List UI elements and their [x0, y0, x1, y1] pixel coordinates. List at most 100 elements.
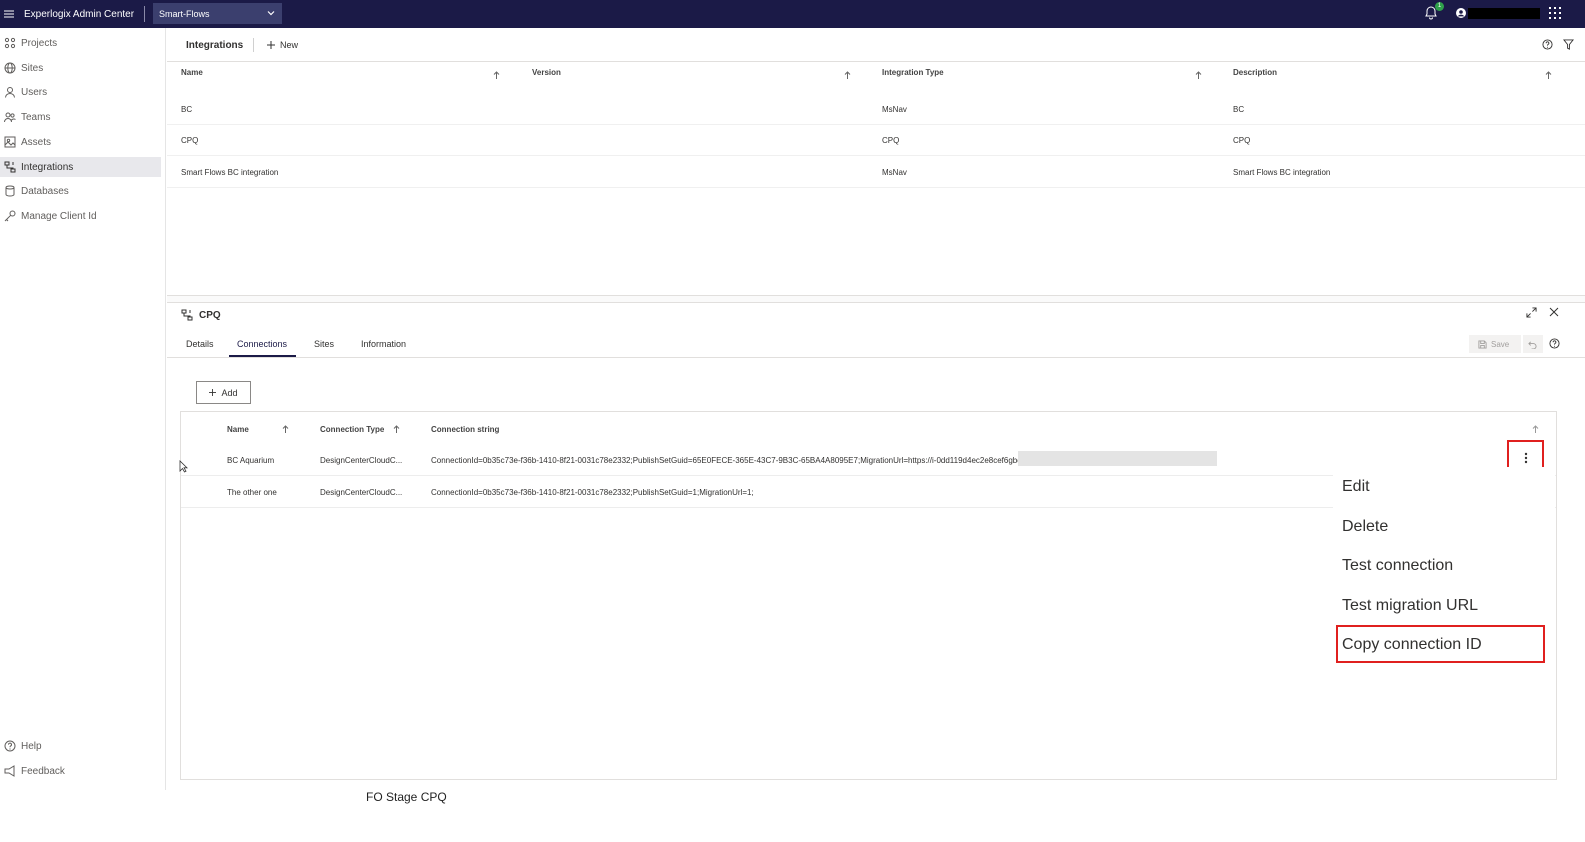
- sidebar-item-label: Assets: [21, 136, 52, 148]
- integrations-icon: [181, 309, 193, 321]
- undo-button[interactable]: [1523, 335, 1543, 353]
- column-header-name[interactable]: Name: [181, 68, 203, 77]
- panel-splitter[interactable]: [167, 295, 1585, 303]
- cell-name: CPQ: [181, 136, 199, 145]
- user-avatar-icon[interactable]: [1456, 8, 1466, 18]
- save-label: Save: [1491, 339, 1510, 349]
- menu-item-delete[interactable]: Delete: [1342, 518, 1388, 536]
- sidebar-item-label: Users: [21, 86, 48, 98]
- sidebar: Projects Sites Users Teams Assets Integr…: [0, 28, 166, 790]
- hamburger-menu-icon[interactable]: [4, 9, 18, 19]
- plus-icon: [209, 389, 217, 396]
- cell-type: MsNav: [882, 105, 907, 114]
- sidebar-item-users[interactable]: Users: [0, 82, 161, 102]
- column-header-name[interactable]: Name: [227, 425, 249, 434]
- sort-arrow-up-icon[interactable]: [1545, 71, 1552, 79]
- save-icon: [1478, 339, 1487, 349]
- sidebar-item-label: Sites: [21, 62, 44, 74]
- save-button[interactable]: Save: [1469, 335, 1521, 353]
- cell-type: MsNav: [882, 168, 907, 177]
- menu-item-test-migration-url[interactable]: Test migration URL: [1342, 597, 1478, 615]
- sort-arrow-up-icon[interactable]: [1195, 71, 1202, 79]
- table-row[interactable]: CPQ CPQ CPQ: [167, 125, 1585, 156]
- detail-title-text: CPQ: [199, 309, 221, 321]
- close-icon[interactable]: [1549, 307, 1559, 317]
- integrations-icon: [4, 161, 16, 173]
- feedback-icon: [4, 765, 15, 777]
- menu-item-copy-connection-id[interactable]: Copy connection ID: [1342, 636, 1482, 654]
- divider: [144, 6, 146, 22]
- environment-select-value: Smart-Flows: [159, 8, 210, 19]
- projects-icon: [4, 37, 16, 49]
- sidebar-item-label: Manage Client Id: [21, 210, 97, 222]
- app-launcher-grid-icon[interactable]: [1549, 7, 1561, 19]
- sort-arrow-up-icon[interactable]: [844, 71, 851, 79]
- more-vertical-icon: [1524, 452, 1527, 463]
- sidebar-item-sites[interactable]: Sites: [0, 58, 161, 78]
- new-integration-button[interactable]: New: [267, 40, 298, 50]
- menu-item-edit[interactable]: Edit: [1342, 478, 1370, 496]
- sort-arrow-up-icon[interactable]: [493, 71, 500, 79]
- new-button-label: New: [280, 40, 299, 50]
- sidebar-item-help[interactable]: Help: [0, 736, 161, 756]
- cell-name: The other one: [227, 488, 277, 497]
- sidebar-item-label: Help: [21, 740, 42, 752]
- cell-name: BC Aquarium: [227, 456, 275, 465]
- database-icon: [5, 185, 15, 197]
- sidebar-item-label: Projects: [21, 37, 58, 49]
- page-title: Integrations: [186, 40, 244, 51]
- help-icon[interactable]: [1542, 39, 1553, 50]
- sidebar-item-databases[interactable]: Databases: [0, 181, 161, 201]
- column-header-connection-type[interactable]: Connection Type: [320, 425, 384, 434]
- expand-icon[interactable]: [1526, 307, 1537, 318]
- command-bar: Integrations New: [167, 28, 1585, 62]
- notification-count-badge: 1: [1435, 2, 1444, 11]
- column-header-description[interactable]: Description: [1233, 68, 1277, 77]
- cell-name: Smart Flows BC integration: [181, 168, 279, 177]
- divider: [253, 38, 254, 52]
- sort-arrow-up-icon[interactable]: [1532, 425, 1539, 433]
- user-icon: [5, 87, 15, 98]
- user-name-redacted[interactable]: [1468, 8, 1540, 19]
- sidebar-item-teams[interactable]: Teams: [0, 107, 161, 127]
- tab-information[interactable]: Information: [361, 339, 406, 349]
- help-icon: [4, 740, 16, 752]
- blurred-redaction: [1018, 451, 1217, 466]
- sidebar-item-manage-client-id[interactable]: Manage Client Id: [0, 206, 161, 226]
- tab-sites[interactable]: Sites: [314, 339, 334, 349]
- sidebar-item-integrations[interactable]: Integrations: [0, 157, 161, 177]
- column-header-integration-type[interactable]: Integration Type: [882, 68, 944, 77]
- teams-icon: [4, 112, 16, 123]
- filter-icon[interactable]: [1563, 39, 1574, 50]
- tab-details[interactable]: Details: [186, 339, 214, 349]
- sidebar-item-label: Integrations: [21, 161, 74, 173]
- active-tab-indicator: [229, 355, 296, 357]
- key-icon: [4, 210, 16, 222]
- column-header-version[interactable]: Version: [532, 68, 561, 77]
- sidebar-item-label: Databases: [21, 185, 69, 197]
- cell-description: CPQ: [1233, 136, 1251, 145]
- sidebar-item-projects[interactable]: Projects: [0, 33, 161, 53]
- help-icon[interactable]: [1549, 338, 1560, 349]
- cell-name: BC: [181, 105, 193, 114]
- sort-arrow-up-icon[interactable]: [282, 425, 289, 433]
- cell-connection-string: ConnectionId=0b35c73e-f36b-1410-8f21-003…: [431, 488, 754, 497]
- cell-type: CPQ: [882, 136, 900, 145]
- sidebar-item-assets[interactable]: Assets: [0, 132, 161, 152]
- tab-connections[interactable]: Connections: [237, 339, 287, 349]
- cell-connection-type: DesignCenterCloudC...: [320, 488, 403, 497]
- table-row[interactable]: Smart Flows BC integration MsNav Smart F…: [167, 157, 1585, 188]
- menu-item-test-connection[interactable]: Test connection: [1342, 557, 1453, 575]
- cell-connection-type: DesignCenterCloudC...: [320, 456, 403, 465]
- chevron-down-icon: [266, 8, 276, 18]
- environment-select[interactable]: Smart-Flows: [153, 3, 282, 24]
- sidebar-item-feedback[interactable]: Feedback: [0, 761, 161, 781]
- table-row[interactable]: BC MsNav BC: [167, 94, 1585, 125]
- sort-arrow-up-icon[interactable]: [393, 425, 400, 433]
- sidebar-item-label: Feedback: [21, 765, 65, 777]
- add-connection-button[interactable]: Add: [196, 381, 251, 404]
- column-header-connection-string[interactable]: Connection string: [431, 425, 499, 434]
- sidebar-item-label: Teams: [21, 111, 51, 123]
- cell-description: Smart Flows BC integration: [1233, 168, 1331, 177]
- caption-text: FO Stage CPQ: [366, 790, 447, 804]
